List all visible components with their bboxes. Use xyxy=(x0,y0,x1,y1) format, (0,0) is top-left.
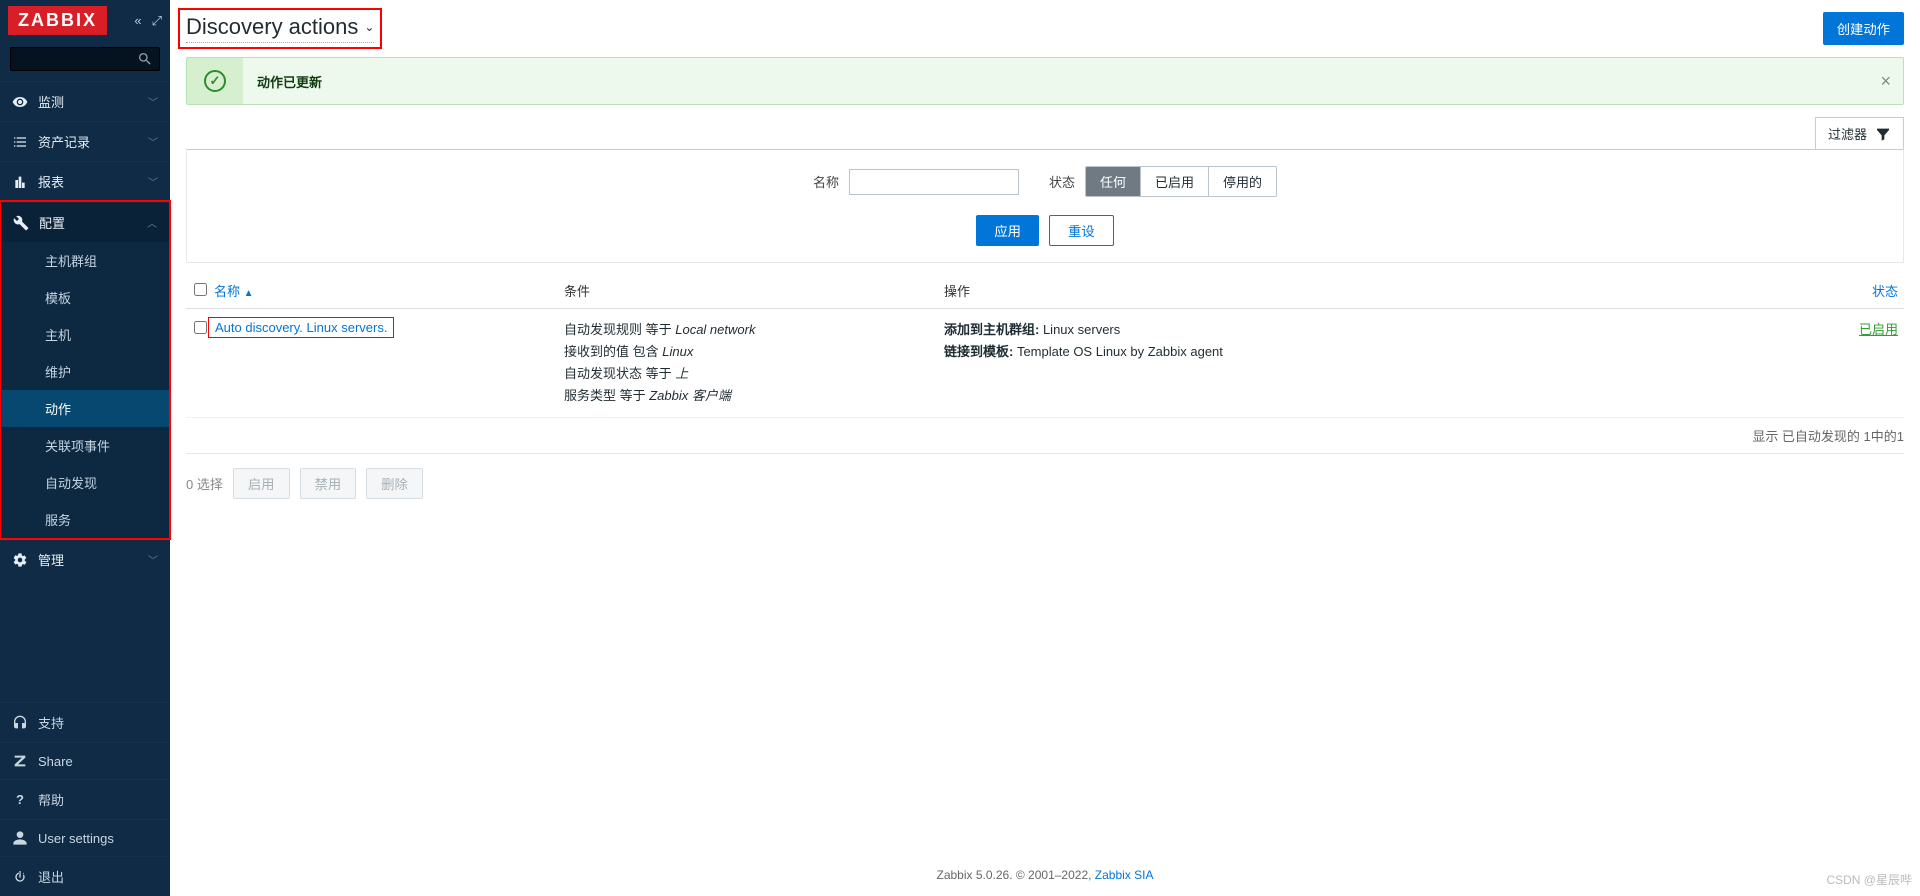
bulk-delete-button[interactable]: 删除 xyxy=(366,468,423,499)
nav-config[interactable]: 配置 ︿ xyxy=(1,202,169,242)
nav-inventory[interactable]: 资产记录 ﹀ xyxy=(0,121,170,161)
logo[interactable]: ZABBIX xyxy=(8,6,107,35)
nav-label: 帮助 xyxy=(38,790,158,809)
chart-icon xyxy=(12,174,28,190)
table-row: Auto discovery. Linux servers. 自动发现规则 等于… xyxy=(186,309,1904,418)
nav-user-settings[interactable]: User settings xyxy=(0,819,170,856)
subnav-services[interactable]: 服务 xyxy=(1,501,169,538)
status-segment: 任何 已启用 停用的 xyxy=(1085,166,1277,197)
apply-button[interactable]: 应用 xyxy=(976,215,1039,246)
user-icon xyxy=(12,830,28,846)
row-operations: 添加到主机群组: Linux servers 链接到模板: Template O… xyxy=(944,319,1824,407)
col-name[interactable]: 名称 ▲ xyxy=(214,281,564,300)
collapse-icon[interactable]: « xyxy=(134,13,141,29)
chevron-up-icon: ︿ xyxy=(147,215,157,230)
nav-label: 资产记录 xyxy=(38,132,138,151)
subnav-maintenance[interactable]: 维护 xyxy=(1,353,169,390)
chevron-down-icon: ﹀ xyxy=(148,174,158,189)
bulk-enable-button[interactable]: 启用 xyxy=(233,468,290,499)
nav-share[interactable]: Share xyxy=(0,742,170,779)
zabbix-link[interactable]: Zabbix SIA xyxy=(1095,868,1154,882)
nav-label: 监测 xyxy=(38,92,138,111)
sidebar: ZABBIX « ⤢ 监测 ﹀ 资产记录 ﹀ 报表 ﹀ xyxy=(0,0,170,896)
question-icon: ? xyxy=(12,792,28,808)
gear-icon xyxy=(12,552,28,568)
nav-logout[interactable]: 退出 xyxy=(0,856,170,896)
subnav-actions[interactable]: 动作 xyxy=(1,390,169,427)
subnav-correlation[interactable]: 关联项事件 xyxy=(1,427,169,464)
action-name-link[interactable]: Auto discovery. Linux servers. xyxy=(215,320,387,335)
message-text: 动作已更新 xyxy=(243,72,1868,91)
col-conditions: 条件 xyxy=(564,281,944,300)
row-checkbox[interactable] xyxy=(194,321,207,334)
headset-icon xyxy=(12,715,28,731)
chevron-down-icon: ﹀ xyxy=(148,134,158,149)
page-title-dropdown[interactable]: Discovery actions ⌄ xyxy=(186,14,374,43)
name-filter-label: 名称 xyxy=(813,172,839,191)
z-icon xyxy=(12,753,28,769)
subnav-hostgroups[interactable]: 主机群组 xyxy=(1,242,169,279)
eye-icon xyxy=(12,94,28,110)
nav-label: 报表 xyxy=(38,172,138,191)
main-content: Discovery actions ⌄ 创建动作 ✓ 动作已更新 × 过滤器 名… xyxy=(170,0,1920,896)
wrench-icon xyxy=(13,215,29,231)
create-action-button[interactable]: 创建动作 xyxy=(1823,12,1904,45)
nav-reports[interactable]: 报表 ﹀ xyxy=(0,161,170,201)
power-icon xyxy=(12,869,28,885)
nav-label: 支持 xyxy=(38,713,158,732)
bulk-disable-button[interactable]: 禁用 xyxy=(300,468,357,499)
col-operations: 操作 xyxy=(944,281,1824,300)
row-conditions: 自动发现规则 等于 Local network 接收到的值 包含 Linux 自… xyxy=(564,319,944,407)
nav-label: Share xyxy=(38,754,158,769)
chevron-down-icon: ﹀ xyxy=(148,94,158,109)
status-filter-label: 状态 xyxy=(1049,172,1075,191)
sort-asc-icon: ▲ xyxy=(244,288,254,299)
success-message: ✓ 动作已更新 × xyxy=(186,57,1904,105)
status-link[interactable]: 已启用 xyxy=(1859,322,1898,337)
subnav-discovery[interactable]: 自动发现 xyxy=(1,464,169,501)
subnav-templates[interactable]: 模板 xyxy=(1,279,169,316)
status-opt-any[interactable]: 任何 xyxy=(1086,167,1141,196)
watermark: CSDN @星辰哔 xyxy=(1826,871,1912,888)
nav-help[interactable]: ? 帮助 xyxy=(0,779,170,819)
list-icon xyxy=(12,134,28,150)
status-opt-enabled[interactable]: 已启用 xyxy=(1141,167,1209,196)
subnav-hosts[interactable]: 主机 xyxy=(1,316,169,353)
expand-icon[interactable]: ⤢ xyxy=(152,13,162,29)
reset-button[interactable]: 重设 xyxy=(1049,215,1114,246)
table-footer: 显示 已自动发现的 1中的1 xyxy=(186,418,1904,454)
col-status[interactable]: 状态 xyxy=(1824,281,1904,300)
page-title: Discovery actions xyxy=(186,14,358,40)
close-icon[interactable]: × xyxy=(1868,71,1903,92)
nav-label: User settings xyxy=(38,831,158,846)
nav-label: 配置 xyxy=(39,213,137,232)
search-input[interactable] xyxy=(10,47,160,71)
check-icon: ✓ xyxy=(204,70,226,92)
page-footer: Zabbix 5.0.26. © 2001–2022, Zabbix SIA xyxy=(170,854,1920,896)
chevron-down-icon: ﹀ xyxy=(148,552,158,567)
filter-panel: 名称 状态 任何 已启用 停用的 应用 重设 xyxy=(186,149,1904,263)
filter-icon xyxy=(1875,126,1891,142)
nav-label: 退出 xyxy=(38,867,158,886)
search-icon xyxy=(137,51,153,67)
selection-count: 0 选择 xyxy=(186,474,223,493)
nav-admin[interactable]: 管理 ﹀ xyxy=(0,539,170,579)
select-all-checkbox[interactable] xyxy=(194,283,207,296)
name-filter-input[interactable] xyxy=(849,169,1019,195)
nav-label: 管理 xyxy=(38,550,138,569)
chevron-down-icon: ⌄ xyxy=(364,20,374,34)
filter-label: 过滤器 xyxy=(1828,124,1867,143)
nav-monitoring[interactable]: 监测 ﹀ xyxy=(0,81,170,121)
status-opt-disabled[interactable]: 停用的 xyxy=(1209,167,1276,196)
filter-toggle[interactable]: 过滤器 xyxy=(1815,117,1904,149)
nav-support[interactable]: 支持 xyxy=(0,702,170,742)
